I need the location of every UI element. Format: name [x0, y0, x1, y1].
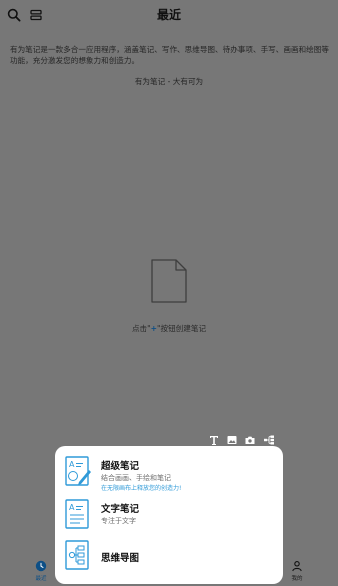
- option-title: 超级笔记: [101, 461, 140, 472]
- empty-hint-prefix: 点击": [131, 324, 151, 333]
- empty-document-icon: [150, 258, 188, 304]
- option-subtitle: 专注于文字: [101, 517, 136, 525]
- option-text-note[interactable]: A 文字笔记 专注于文字: [65, 499, 275, 535]
- nav-recent[interactable]: 最近: [26, 560, 56, 582]
- mindmap-icon: [65, 540, 91, 572]
- empty-hint: 点击"+"按钮创建笔记: [0, 323, 338, 334]
- mindmap-icon[interactable]: [263, 434, 275, 446]
- nav-mine-label: 我的: [291, 576, 303, 582]
- person-icon: [291, 560, 303, 572]
- nav-mine[interactable]: 我的: [282, 560, 312, 582]
- nav-recent-label: 最近: [35, 576, 47, 582]
- slogan-text: 有为笔记 - 大有可为: [134, 77, 204, 86]
- intro-text: 有为笔记是一款多合一应用程序，涵盖笔记、写作、思维导图、待办事项、手写、画画和绘…: [10, 45, 329, 65]
- svg-text:A: A: [69, 503, 75, 512]
- option-subtitle: 结合画画、手绘和笔记: [101, 474, 171, 482]
- svg-text:A: A: [69, 460, 75, 469]
- top-bar: 最近: [0, 0, 338, 30]
- option-title: 文字笔记: [101, 504, 140, 515]
- image-icon[interactable]: [226, 434, 238, 446]
- text-note-icon: A: [65, 499, 91, 531]
- empty-hint-suffix: "按钮创建笔记: [157, 324, 207, 333]
- clock-icon: [35, 560, 47, 572]
- option-mindmap[interactable]: 思维导图: [65, 540, 275, 576]
- create-note-popup: A 超级笔记 结合画画、手绘和笔记 在无限画布上释放您的创造力! A 文字笔记 …: [55, 446, 283, 584]
- option-title: 思维导图: [101, 553, 140, 564]
- page-title: 最近: [156, 8, 181, 22]
- super-note-icon: A: [65, 456, 91, 488]
- option-super-note[interactable]: A 超级笔记 结合画画、手绘和笔记 在无限画布上释放您的创造力!: [65, 456, 275, 496]
- camera-icon[interactable]: [244, 434, 256, 446]
- option-note: 在无限画布上释放您的创造力!: [101, 485, 182, 492]
- text-icon[interactable]: [208, 434, 220, 446]
- recent-screen: 最近 有为笔记是一款多合一应用程序，涵盖笔记、写作、思维导图、待办事项、手写、画…: [0, 0, 338, 586]
- quick-tools: [208, 434, 278, 446]
